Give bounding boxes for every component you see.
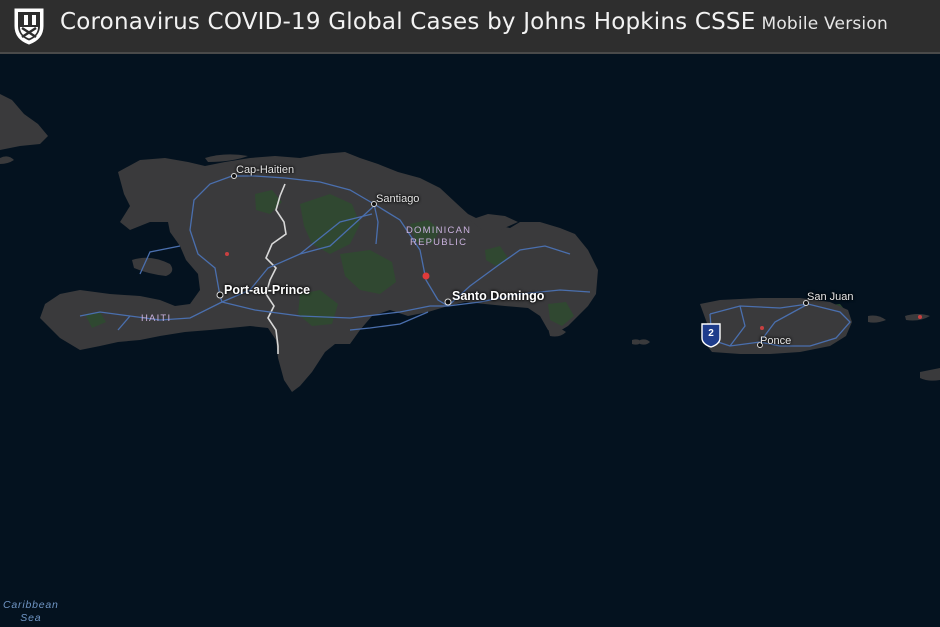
city-label-santiago: Santiago [376,193,420,205]
app-header: Coronavirus COVID-19 Global Cases by Joh… [0,0,940,54]
jhu-shield-icon [14,8,44,45]
beata-island [548,327,566,337]
city-label-cap-haitien: Cap-Haitien [236,164,295,176]
city-label-ponce: Ponce [760,335,792,347]
map-view[interactable]: Cap-Haitien Santiago Port-au-Prince Sant… [0,54,940,627]
title-text: Coronavirus COVID-19 Global Cases by Joh… [60,9,756,35]
country-label-line1: DOMINICAN [406,225,472,236]
cuba-landmass [0,94,48,150]
hispaniola-landmass [40,152,598,392]
sea-label-line1: Caribbean [3,599,59,611]
case-dot-puerto-rico [760,326,764,330]
page-title: Coronavirus COVID-19 Global Cases by Joh… [60,9,888,35]
city-label-santo-domingo: Santo Domingo [452,289,545,303]
virgin-islands-east [905,314,930,321]
case-dot-haiti [225,252,229,256]
case-dot-santo-domingo-region [422,272,430,280]
city-label-san-juan: San Juan [807,291,854,303]
country-label-dominican-republic: DOMINICAN REPUBLIC [406,225,471,249]
highway-shield-icon: 2 [700,322,722,348]
country-label-haiti: HAITI [141,313,172,324]
map-canvas[interactable] [0,54,940,627]
gonave-island [132,257,173,276]
highway-shield-number: 2 [708,328,714,339]
sea-label-line2: Sea [20,612,42,624]
virgin-islands [868,315,886,323]
mona-island [640,339,650,345]
country-label-line2: REPUBLIC [410,237,468,248]
virgin-islands-south [920,368,940,381]
case-dot-virgin-islands [918,315,922,319]
subtitle-text: Mobile Version [761,14,888,34]
sea-label: Caribbean Sea [3,599,59,625]
city-label-port-au-prince: Port-au-Prince [224,283,311,297]
small-island [0,156,14,164]
